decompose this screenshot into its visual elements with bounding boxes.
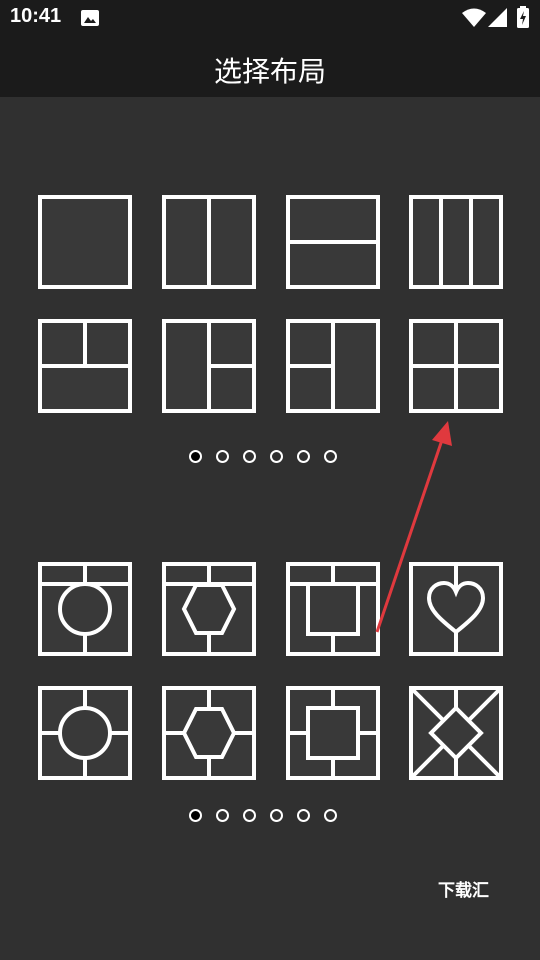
layout-top-split-bottom-full[interactable]	[38, 319, 132, 413]
page-title: 选择布局	[213, 55, 326, 88]
page-indicator-rect	[0, 450, 540, 466]
layout-top-split-bottom-full-icon	[38, 319, 132, 413]
layout-hexagon-3-part-icon	[162, 562, 256, 656]
status-time: 10:41	[10, 5, 62, 27]
layout-hexagon-4-part-icon	[162, 686, 256, 780]
layout-heart-2-part-icon	[409, 562, 503, 656]
page-dot-6[interactable]	[324, 809, 337, 822]
layout-full-icon	[38, 195, 132, 289]
layout-grid-2x2[interactable]	[409, 319, 503, 413]
page-dot-3[interactable]	[243, 450, 256, 463]
page-dot-4[interactable]	[270, 809, 283, 822]
page-dot-1[interactable]	[189, 450, 202, 463]
page-dot-2[interactable]	[216, 809, 229, 822]
wifi-icon	[462, 8, 486, 32]
page-dot-6[interactable]	[324, 450, 337, 463]
layout-left-full-right-split-icon	[162, 319, 256, 413]
page-dot-5[interactable]	[297, 450, 310, 463]
layout-split-vertical-3[interactable]	[409, 195, 503, 289]
battery-charging-icon	[517, 6, 529, 32]
layout-left-split-right-full-icon	[286, 319, 380, 413]
page-dot-5[interactable]	[297, 809, 310, 822]
page-dot-4[interactable]	[270, 450, 283, 463]
page-indicator-shape	[0, 809, 540, 825]
layout-diamond-4-part[interactable]	[409, 686, 503, 780]
watermark: 下载汇	[438, 881, 489, 901]
layout-split-horizontal-2[interactable]	[286, 195, 380, 289]
layout-square-3-part[interactable]	[286, 562, 380, 656]
layout-full[interactable]	[38, 195, 132, 289]
layout-square-4-part-icon	[286, 686, 380, 780]
signal-icon	[488, 8, 508, 32]
layout-square-4-part[interactable]	[286, 686, 380, 780]
layout-split-vertical-2[interactable]	[162, 195, 256, 289]
layout-split-vertical-3-icon	[409, 195, 503, 289]
layout-circle-3-part[interactable]	[38, 562, 132, 656]
layout-left-full-right-split[interactable]	[162, 319, 256, 413]
layout-diamond-4-part-icon	[409, 686, 503, 780]
page-dot-2[interactable]	[216, 450, 229, 463]
image-icon	[80, 9, 100, 31]
layout-circle-4-part[interactable]	[38, 686, 132, 780]
layout-hexagon-4-part[interactable]	[162, 686, 256, 780]
page-dot-3[interactable]	[243, 809, 256, 822]
layout-left-split-right-full[interactable]	[286, 319, 380, 413]
layout-split-vertical-2-icon	[162, 195, 256, 289]
app-bar: 选择布局	[0, 36, 540, 97]
status-bar: 10:41	[0, 0, 540, 36]
layout-circle-3-part-icon	[38, 562, 132, 656]
layout-heart-2-part[interactable]	[409, 562, 503, 656]
layout-circle-4-part-icon	[38, 686, 132, 780]
layout-grid-2x2-icon	[409, 319, 503, 413]
page-dot-1[interactable]	[189, 809, 202, 822]
layout-hexagon-3-part[interactable]	[162, 562, 256, 656]
layout-split-horizontal-2-icon	[286, 195, 380, 289]
layout-square-3-part-icon	[286, 562, 380, 656]
